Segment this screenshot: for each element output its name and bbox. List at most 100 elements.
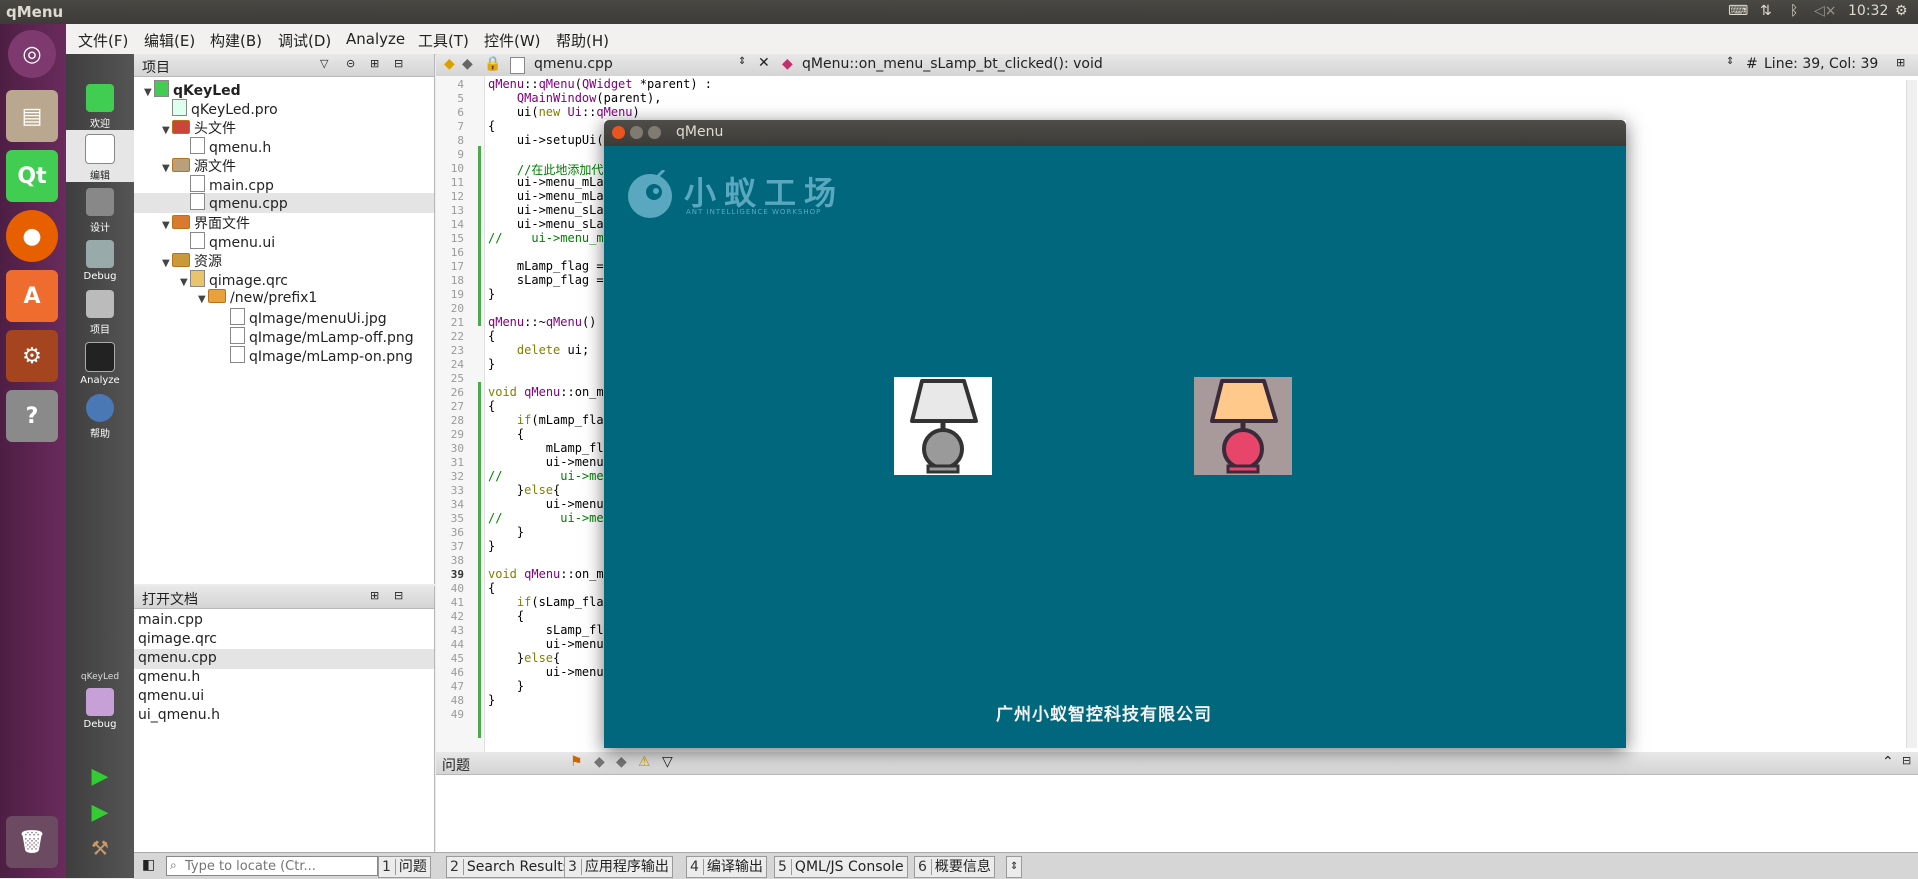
tab-search-results[interactable]: 2 Search Results: [446, 856, 575, 878]
tree-item-qmenu-cpp[interactable]: qmenu.cpp: [134, 193, 434, 213]
firefox-icon[interactable]: ●: [6, 210, 58, 262]
system-settings-icon[interactable]: ⚙: [6, 330, 58, 382]
code-line[interactable]: void qMenu::on_m: [488, 567, 604, 581]
code-line[interactable]: {: [488, 581, 495, 595]
tab-app-output[interactable]: 3 应用程序输出: [564, 856, 673, 878]
open-doc-item-selected[interactable]: qmenu.cpp: [138, 650, 217, 666]
menu-edit[interactable]: 编辑(E): [144, 30, 195, 51]
main-lamp-button[interactable]: [894, 377, 992, 475]
code-line[interactable]: // ui->menu_m: [488, 231, 604, 245]
sync-icon[interactable]: ⊝: [346, 57, 355, 70]
open-doc-item[interactable]: main.cpp: [138, 612, 203, 628]
code-line[interactable]: sLamp_flag =: [488, 273, 604, 287]
mode-welcome[interactable]: 欢迎: [66, 84, 134, 130]
code-line[interactable]: ui->menu: [488, 497, 604, 511]
code-line[interactable]: }: [488, 357, 495, 371]
tree-item-qmenu-h[interactable]: qmenu.h: [180, 137, 271, 156]
code-line[interactable]: }: [488, 679, 524, 693]
window-close-icon[interactable]: [612, 126, 625, 139]
code-line[interactable]: ui->menu_sLa: [488, 203, 604, 217]
open-doc-item[interactable]: ui_qmenu.h: [138, 707, 220, 723]
open-doc-item[interactable]: qmenu.h: [138, 669, 200, 685]
code-line[interactable]: sLamp_fl: [488, 623, 604, 637]
network-icon[interactable]: ⇅: [1760, 3, 1772, 19]
tree-item-sources[interactable]: ▼ 源文件: [162, 156, 236, 176]
tree-item-lamp-off[interactable]: qImage/mLamp-off.png: [230, 327, 414, 346]
tab-general-messages[interactable]: 6 概要信息: [914, 856, 995, 878]
code-line[interactable]: {: [488, 609, 524, 623]
locator-input[interactable]: [166, 856, 378, 876]
tab-issues[interactable]: 1 问题: [378, 856, 431, 878]
forward-arrow-icon[interactable]: ◆: [462, 56, 473, 72]
code-line[interactable]: qMenu::qMenu(QWidget *parent) :: [488, 77, 712, 91]
keyboard-icon[interactable]: ⌨: [1728, 3, 1748, 19]
code-line[interactable]: mLamp_flag =: [488, 259, 604, 273]
file-combo-arrow-icon[interactable]: ⇕: [738, 56, 746, 67]
open-doc-item[interactable]: qmenu.ui: [138, 688, 204, 704]
code-line[interactable]: {: [488, 329, 495, 343]
code-line[interactable]: ui(new Ui::qMenu): [488, 105, 640, 119]
code-line[interactable]: }: [488, 539, 495, 553]
tree-item-qrc[interactable]: ▼ qimage.qrc: [180, 270, 288, 289]
function-combo-arrow-icon[interactable]: ⇕: [1726, 56, 1734, 67]
code-line[interactable]: }: [488, 525, 524, 539]
code-line[interactable]: ui->menu: [488, 665, 604, 679]
code-line[interactable]: ui->menu_mLa: [488, 189, 604, 203]
tree-item-prefix[interactable]: ▼/new/prefix1: [198, 289, 317, 306]
close-panel-icon[interactable]: ⊟: [394, 57, 403, 70]
split-icon[interactable]: ⊞: [370, 57, 379, 70]
editor-scrollbar[interactable]: [1906, 80, 1917, 748]
code-line[interactable]: QMainWindow(parent),: [488, 91, 662, 105]
window-minimize-icon[interactable]: [630, 126, 643, 139]
menu-file[interactable]: 文件(F): [78, 30, 128, 51]
help-icon[interactable]: ?: [6, 390, 58, 442]
code-line[interactable]: // ui->me: [488, 469, 604, 483]
tab-qml-console[interactable]: 5 QML/JS Console: [774, 856, 908, 878]
menu-help[interactable]: 帮助(H): [556, 30, 609, 51]
mode-debug[interactable]: Debug: [66, 240, 134, 282]
menu-widgets[interactable]: 控件(W): [484, 30, 541, 51]
software-center-icon[interactable]: A: [6, 270, 58, 322]
trash-icon[interactable]: 🗑: [6, 816, 58, 868]
code-line[interactable]: ui->menu_mLa: [488, 175, 604, 189]
window-maximize-icon[interactable]: [648, 126, 661, 139]
code-line[interactable]: }else{: [488, 483, 560, 497]
tree-item-menuui-jpg[interactable]: qImage/menuUi.jpg: [230, 308, 387, 327]
ubuntu-dash-icon[interactable]: ◎: [8, 30, 56, 78]
code-line[interactable]: ui->menu: [488, 637, 604, 651]
small-lamp-button[interactable]: [1194, 377, 1292, 475]
split-icon[interactable]: ⊞: [370, 589, 379, 602]
code-line[interactable]: ui->menu: [488, 455, 604, 469]
close-panel-icon[interactable]: ⊟: [394, 589, 403, 602]
filter-icon[interactable]: ▽: [320, 57, 328, 70]
run-button[interactable]: ▶: [66, 764, 134, 789]
bluetooth-icon[interactable]: ᛒ: [1790, 3, 1798, 19]
code-line[interactable]: }else{: [488, 651, 560, 665]
prev-icon[interactable]: ◆: [594, 754, 605, 770]
back-arrow-icon[interactable]: ◆: [444, 56, 455, 72]
code-line[interactable]: {: [488, 119, 495, 133]
menu-build[interactable]: 构建(B): [210, 30, 262, 51]
gear-icon[interactable]: ⚙: [1895, 3, 1908, 19]
toggle-sidebar-icon[interactable]: ◧: [142, 857, 155, 873]
mode-analyze[interactable]: Analyze: [66, 342, 134, 386]
maximize-pane-icon[interactable]: ⌃: [1882, 754, 1894, 770]
code-line[interactable]: {: [488, 399, 495, 413]
tree-item-resources[interactable]: ▼ 资源: [162, 251, 222, 271]
more-tabs-arrow-icon[interactable]: ⇕: [1006, 856, 1023, 878]
open-doc-item[interactable]: qimage.qrc: [138, 631, 217, 647]
mode-design[interactable]: 设计: [66, 188, 134, 234]
clear-icon[interactable]: ⚑: [570, 754, 583, 770]
kit-selector[interactable]: qKeyLed Debug: [66, 672, 134, 730]
cursor-position[interactable]: Line: 39, Col: 39: [1764, 56, 1878, 72]
function-combo[interactable]: qMenu::on_menu_sLamp_bt_clicked(): void: [802, 56, 1103, 72]
code-line[interactable]: void qMenu::on_m: [488, 385, 604, 399]
code-line[interactable]: // ui->me: [488, 511, 604, 525]
tab-compile-output[interactable]: 4 编译输出: [686, 856, 767, 878]
qmenu-titlebar[interactable]: qMenu: [604, 120, 1626, 146]
clock[interactable]: 10:32: [1848, 3, 1888, 19]
current-file-combo[interactable]: qmenu.cpp: [534, 56, 613, 72]
tree-item-lamp-on[interactable]: qImage/mLamp-on.png: [230, 346, 413, 365]
code-line[interactable]: ui->setupUi(: [488, 133, 604, 147]
tree-item-project[interactable]: ▼ qKeyLed: [144, 80, 241, 99]
